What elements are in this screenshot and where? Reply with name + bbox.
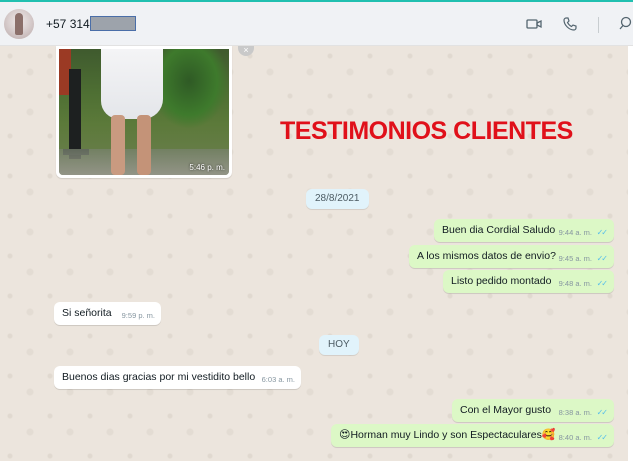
message-text: Listo pedido montado [451, 275, 552, 287]
message-text: Buen dia Cordial Saludo [442, 224, 556, 236]
chat-header: +57 314 [0, 2, 633, 46]
message-bubble-outgoing[interactable]: Listo pedido montado 9:48 a. m. ✓✓ [443, 270, 614, 293]
message-time: 9:45 a. m. [558, 254, 592, 263]
message-text: Si señorita [62, 307, 112, 319]
date-chip: HOY [319, 335, 359, 355]
message-time: 5:46 p. m. [189, 163, 225, 172]
message-time: 9:44 a. m. [558, 228, 592, 237]
photo-message[interactable]: 5:46 p. m. [56, 46, 232, 178]
message-time: 8:40 a. m. [558, 433, 592, 442]
chat-window: +57 314 5:46 p. m. × TESTIMONIOS CLIENTE… [0, 0, 633, 461]
message-text: Con el Mayor gusto [460, 404, 552, 416]
date-chip: 28/8/2021 [306, 189, 369, 209]
message-bubble-outgoing[interactable]: 😍Horman muy Lindo y son Espectaculares🥰 … [331, 424, 614, 447]
header-separator [598, 17, 599, 33]
heart-eyes-emoji-icon: 😍 [339, 429, 351, 441]
message-text: Buenos dias gracias por mi vestidito bel… [62, 371, 256, 383]
contact-phone[interactable]: +57 314 [46, 17, 90, 31]
search-icon[interactable] [617, 15, 633, 33]
message-bubble-outgoing[interactable]: Con el Mayor gusto 8:38 a. m. ✓✓ [452, 399, 614, 422]
voice-call-icon[interactable] [561, 15, 579, 33]
dress-photo[interactable]: 5:46 p. m. [59, 49, 229, 175]
smiling-hearts-emoji-icon: 🥰 [541, 429, 556, 441]
read-ticks-icon: ✓✓ [596, 433, 608, 442]
window-edge [628, 46, 633, 461]
message-time: 8:38 a. m. [558, 408, 592, 417]
read-ticks-icon: ✓✓ [596, 279, 608, 288]
message-bubble-outgoing[interactable]: Buen dia Cordial Saludo 9:44 a. m. ✓✓ [434, 219, 614, 242]
read-ticks-icon: ✓✓ [596, 254, 608, 263]
message-text: Horman muy Lindo y son Espectaculares [350, 429, 542, 441]
message-bubble-outgoing[interactable]: A los mismos datos de envio? 9:45 a. m. … [409, 245, 614, 268]
redacted-phone-digits [90, 16, 136, 31]
message-time: 9:59 p. m. [121, 311, 155, 320]
read-ticks-icon: ✓✓ [596, 408, 608, 417]
message-time: 9:48 a. m. [558, 279, 592, 288]
message-text: A los mismos datos de envio? [417, 250, 556, 262]
message-bubble-incoming[interactable]: Buenos dias gracias por mi vestidito bel… [54, 366, 301, 389]
video-call-icon[interactable] [525, 15, 543, 33]
testimonials-banner: TESTIMONIOS CLIENTES [280, 117, 573, 145]
read-ticks-icon: ✓✓ [596, 228, 608, 237]
message-time: 6:03 a. m. [261, 375, 295, 384]
contact-avatar[interactable] [4, 9, 34, 39]
message-bubble-incoming[interactable]: Si señorita 9:59 p. m. [54, 302, 161, 325]
